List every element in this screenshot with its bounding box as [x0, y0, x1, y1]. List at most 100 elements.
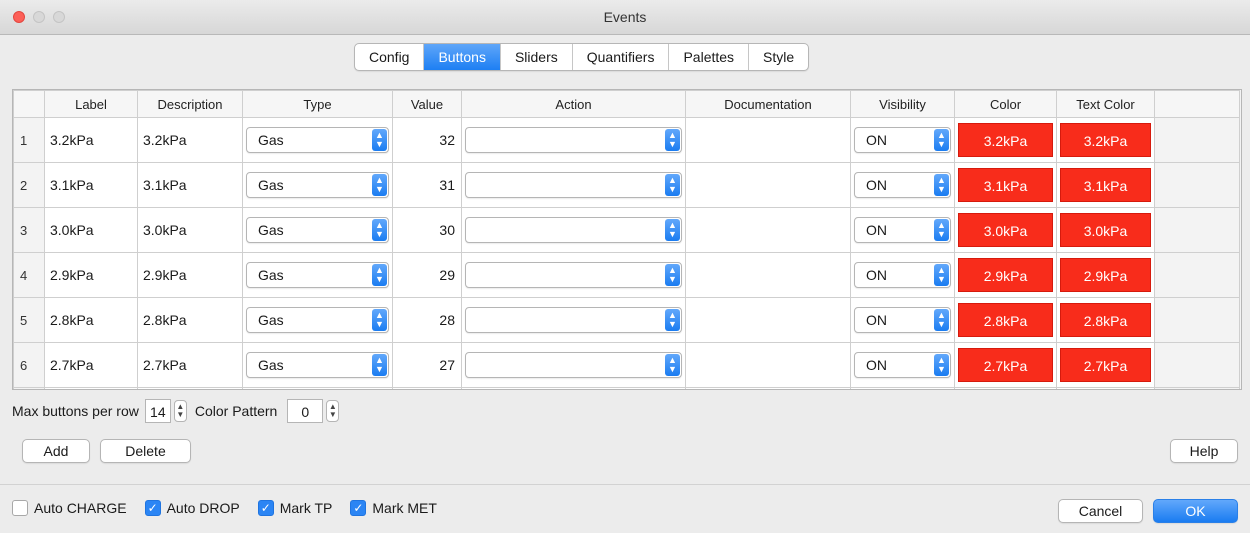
max-buttons-field[interactable]: 14 — [144, 399, 171, 423]
cancel-button[interactable]: Cancel — [1058, 499, 1143, 523]
description-cell[interactable]: 3.0kPa — [137, 207, 243, 253]
checkbox-auto-drop[interactable]: ✓ Auto DROP — [144, 500, 240, 516]
column-header-visibility[interactable]: Visibility — [850, 90, 955, 118]
value-cell[interactable]: 26 — [392, 387, 462, 389]
action-cell: ▲▼ — [461, 252, 686, 298]
visibility-select[interactable]: ON ▲ ▼ — [854, 352, 951, 378]
tab-config[interactable]: Config — [355, 44, 425, 70]
checkbox-auto-charge[interactable]: Auto CHARGE — [12, 500, 127, 516]
delete-button[interactable]: Delete — [100, 439, 191, 463]
events-table-container[interactable]: Label Description Type Value Action Documenta… — [12, 89, 1242, 390]
value-cell[interactable]: 30 — [392, 207, 462, 253]
column-header-documentation[interactable]: Documentation — [685, 90, 851, 118]
color-swatch-button[interactable]: 2.8kPa — [958, 303, 1053, 337]
visibility-select[interactable]: ON ▲ ▼ — [854, 307, 951, 333]
column-header-action[interactable]: Action — [461, 90, 686, 118]
visibility-select[interactable]: ON ▲ ▼ — [854, 172, 951, 198]
column-header-text-color[interactable]: Text Color — [1056, 90, 1155, 118]
color-cell: 3.1kPa — [954, 162, 1057, 208]
column-header-color[interactable]: Color — [954, 90, 1057, 118]
text-color-swatch-button[interactable]: 3.0kPa — [1060, 213, 1151, 247]
description-cell[interactable]: 2.7kPa — [137, 342, 243, 388]
documentation-cell[interactable] — [685, 207, 851, 253]
tab-sliders[interactable]: Sliders — [501, 44, 573, 70]
text-color-swatch-button[interactable]: 2.8kPa — [1060, 303, 1151, 337]
color-pattern-stepper-icon[interactable]: ▲ ▼ — [326, 400, 340, 422]
checkmark-icon[interactable]: ✓ — [257, 500, 274, 516]
documentation-cell[interactable] — [685, 162, 851, 208]
text-color-swatch-button[interactable]: 3.2kPa — [1060, 123, 1151, 157]
value-cell[interactable]: 32 — [392, 117, 462, 163]
text-color-swatch-button[interactable]: 3.1kPa — [1060, 168, 1151, 202]
visibility-cell: ON ▲▼ — [850, 342, 955, 388]
text-color-swatch-button[interactable]: 2.7kPa — [1060, 348, 1151, 382]
description-cell[interactable]: 3.2kPa — [137, 117, 243, 163]
checkmark-icon[interactable]: ✓ — [350, 500, 367, 516]
documentation-cell[interactable] — [685, 342, 851, 388]
visibility-select[interactable]: ON ▲ ▼ — [854, 262, 951, 288]
ok-button[interactable]: OK — [1153, 499, 1238, 523]
value-cell[interactable]: 31 — [392, 162, 462, 208]
label-cell[interactable]: 2.9kPa — [44, 252, 138, 298]
label-cell[interactable]: 3.0kPa — [44, 207, 138, 253]
color-swatch-button[interactable]: 3.0kPa — [958, 213, 1053, 247]
help-button[interactable]: Help — [1170, 439, 1238, 463]
type-select[interactable]: Gas ▲ ▼ — [246, 217, 389, 243]
visibility-select[interactable]: ON ▲ ▼ — [854, 127, 951, 153]
description-cell[interactable]: 2.6kPa — [137, 387, 243, 389]
visibility-select[interactable]: ON ▲ ▼ — [854, 217, 951, 243]
label-cell[interactable]: 2.7kPa — [44, 342, 138, 388]
documentation-cell[interactable] — [685, 117, 851, 163]
label-cell[interactable]: 3.1kPa — [44, 162, 138, 208]
max-buttons-stepper-icon[interactable]: ▲ ▼ — [173, 400, 187, 422]
row-number: 2 — [13, 162, 45, 208]
add-button[interactable]: Add — [22, 439, 90, 463]
checkbox-mark-tp[interactable]: ✓ Mark TP — [257, 500, 332, 516]
action-select[interactable]: ▲ ▼ — [465, 172, 682, 198]
description-cell[interactable]: 3.1kPa — [137, 162, 243, 208]
column-header-description[interactable]: Description — [137, 90, 243, 118]
action-select[interactable]: ▲ ▼ — [465, 262, 682, 288]
documentation-cell[interactable] — [685, 387, 851, 389]
type-select[interactable]: Gas ▲ ▼ — [246, 307, 389, 333]
checkmark-icon[interactable]: ✓ — [144, 500, 161, 516]
checkbox-mark-met[interactable]: ✓ Mark MET — [350, 500, 437, 516]
type-select[interactable]: Gas ▲ ▼ — [246, 352, 389, 378]
type-cell: Gas ▲▼ — [242, 117, 393, 163]
tab-quantifiers[interactable]: Quantifiers — [573, 44, 670, 70]
documentation-cell[interactable] — [685, 297, 851, 343]
value-cell[interactable]: 28 — [392, 297, 462, 343]
chevron-up-down-icon: ▲ ▼ — [665, 174, 680, 196]
label-cell[interactable]: 2.6kPa — [44, 387, 138, 389]
chevron-up-down-icon: ▲ ▼ — [665, 129, 680, 151]
text-color-swatch-button[interactable]: 2.9kPa — [1060, 258, 1151, 292]
tab-palettes[interactable]: Palettes — [669, 44, 750, 70]
label-cell[interactable]: 3.2kPa — [44, 117, 138, 163]
tab-style[interactable]: Style — [749, 44, 808, 70]
column-header-type[interactable]: Type — [242, 90, 393, 118]
label-cell[interactable]: 2.8kPa — [44, 297, 138, 343]
color-swatch-button[interactable]: 2.9kPa — [958, 258, 1053, 292]
action-select[interactable]: ▲ ▼ — [465, 307, 682, 333]
type-select[interactable]: Gas ▲ ▼ — [246, 127, 389, 153]
column-header-label[interactable]: Label — [44, 90, 138, 118]
chevron-up-down-icon: ▲ ▼ — [372, 174, 387, 196]
tab-buttons[interactable]: Buttons — [424, 44, 501, 70]
type-select[interactable]: Gas ▲ ▼ — [246, 172, 389, 198]
color-swatch-button[interactable]: 2.7kPa — [958, 348, 1053, 382]
action-select[interactable]: ▲ ▼ — [465, 352, 682, 378]
color-swatch-button[interactable]: 3.2kPa — [958, 123, 1053, 157]
value-cell[interactable]: 29 — [392, 252, 462, 298]
documentation-cell[interactable] — [685, 252, 851, 298]
action-select[interactable]: ▲ ▼ — [465, 127, 682, 153]
color-pattern-field[interactable]: 0 — [287, 399, 324, 423]
type-select[interactable]: Gas ▲ ▼ — [246, 262, 389, 288]
action-select[interactable]: ▲ ▼ — [465, 217, 682, 243]
color-swatch-button[interactable]: 3.1kPa — [958, 168, 1053, 202]
column-header-value[interactable]: Value — [392, 90, 462, 118]
description-cell[interactable]: 2.8kPa — [137, 297, 243, 343]
text-color-cell: 3.0kPa — [1056, 207, 1155, 253]
description-cell[interactable]: 2.9kPa — [137, 252, 243, 298]
value-cell[interactable]: 27 — [392, 342, 462, 388]
checkbox-empty-icon[interactable] — [12, 500, 28, 516]
